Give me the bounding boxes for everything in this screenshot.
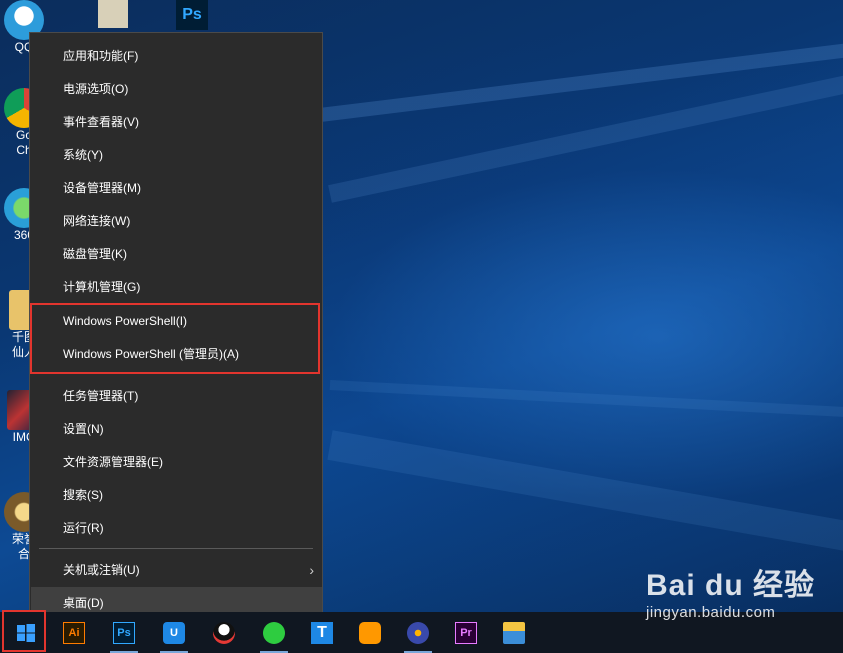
baidu-jingyan-watermark: Bai du 经验 jingyan.baidu.com (646, 560, 815, 621)
taskbar-app-qq[interactable] (204, 612, 244, 653)
menu-item-file-explorer[interactable]: 文件资源管理器(E) (31, 446, 322, 479)
menu-item-power-options[interactable]: 电源选项(O) (31, 73, 322, 106)
watermark-url: jingyan.baidu.com (646, 604, 776, 621)
u-icon: U (163, 621, 185, 644)
light-beam (329, 380, 843, 420)
menu-item-device-manager[interactable]: 设备管理器(M) (31, 172, 322, 205)
chevron-right-icon: › (309, 562, 314, 578)
file-icon[interactable] (98, 0, 128, 28)
light-beam (327, 430, 843, 558)
menu-item-network-connections[interactable]: 网络连接(W) (31, 205, 322, 238)
taskbar-app-t[interactable]: T (302, 612, 342, 653)
taskbar-app-photoshop[interactable]: Ps (104, 612, 144, 653)
menu-item-apps-features[interactable]: 应用和功能(F) (31, 40, 322, 73)
taskbar-app-premiere[interactable]: Pr (446, 612, 486, 653)
menu-item-event-viewer[interactable]: 事件查看器(V) (31, 106, 322, 139)
t-icon: T (311, 621, 333, 644)
taskbar-app-compass[interactable] (398, 612, 438, 653)
taskbar-app-illustrator[interactable]: Ai (54, 612, 94, 653)
premiere-icon: Pr (455, 621, 477, 644)
taskbar-app-explorer[interactable] (494, 612, 534, 653)
start-highlight-box (2, 610, 46, 652)
photoshop-desktop-icon[interactable]: Ps (176, 0, 208, 30)
menu-item-task-manager[interactable]: 任务管理器(T) (31, 380, 322, 413)
menu-item-system[interactable]: 系统(Y) (31, 139, 322, 172)
menu-item-search[interactable]: 搜索(S) (31, 479, 322, 512)
wechat-icon (263, 621, 285, 644)
menu-item-label: 关机或注销(U) (63, 563, 140, 577)
taskbar-app-u[interactable]: U (154, 612, 194, 653)
menu-item-shutdown-signout[interactable]: 关机或注销(U) › (31, 554, 322, 587)
compass-icon (407, 621, 429, 644)
taskbar-app-uc[interactable] (350, 612, 390, 653)
menu-item-run[interactable]: 运行(R) (31, 512, 322, 545)
photoshop-icon: Ps (113, 621, 135, 644)
menu-item-disk-management[interactable]: 磁盘管理(K) (31, 238, 322, 271)
powershell-highlight-box (30, 303, 320, 374)
qq-taskbar-icon (213, 621, 235, 644)
uc-browser-icon (359, 621, 381, 644)
watermark-logo: Bai du 经验 (646, 569, 816, 602)
file-explorer-icon (503, 621, 525, 644)
menu-item-computer-management[interactable]: 计算机管理(G) (31, 271, 322, 304)
taskbar-app-wechat[interactable] (254, 612, 294, 653)
menu-item-settings[interactable]: 设置(N) (31, 413, 322, 446)
menu-separator (39, 548, 313, 549)
illustrator-icon: Ai (63, 621, 85, 644)
